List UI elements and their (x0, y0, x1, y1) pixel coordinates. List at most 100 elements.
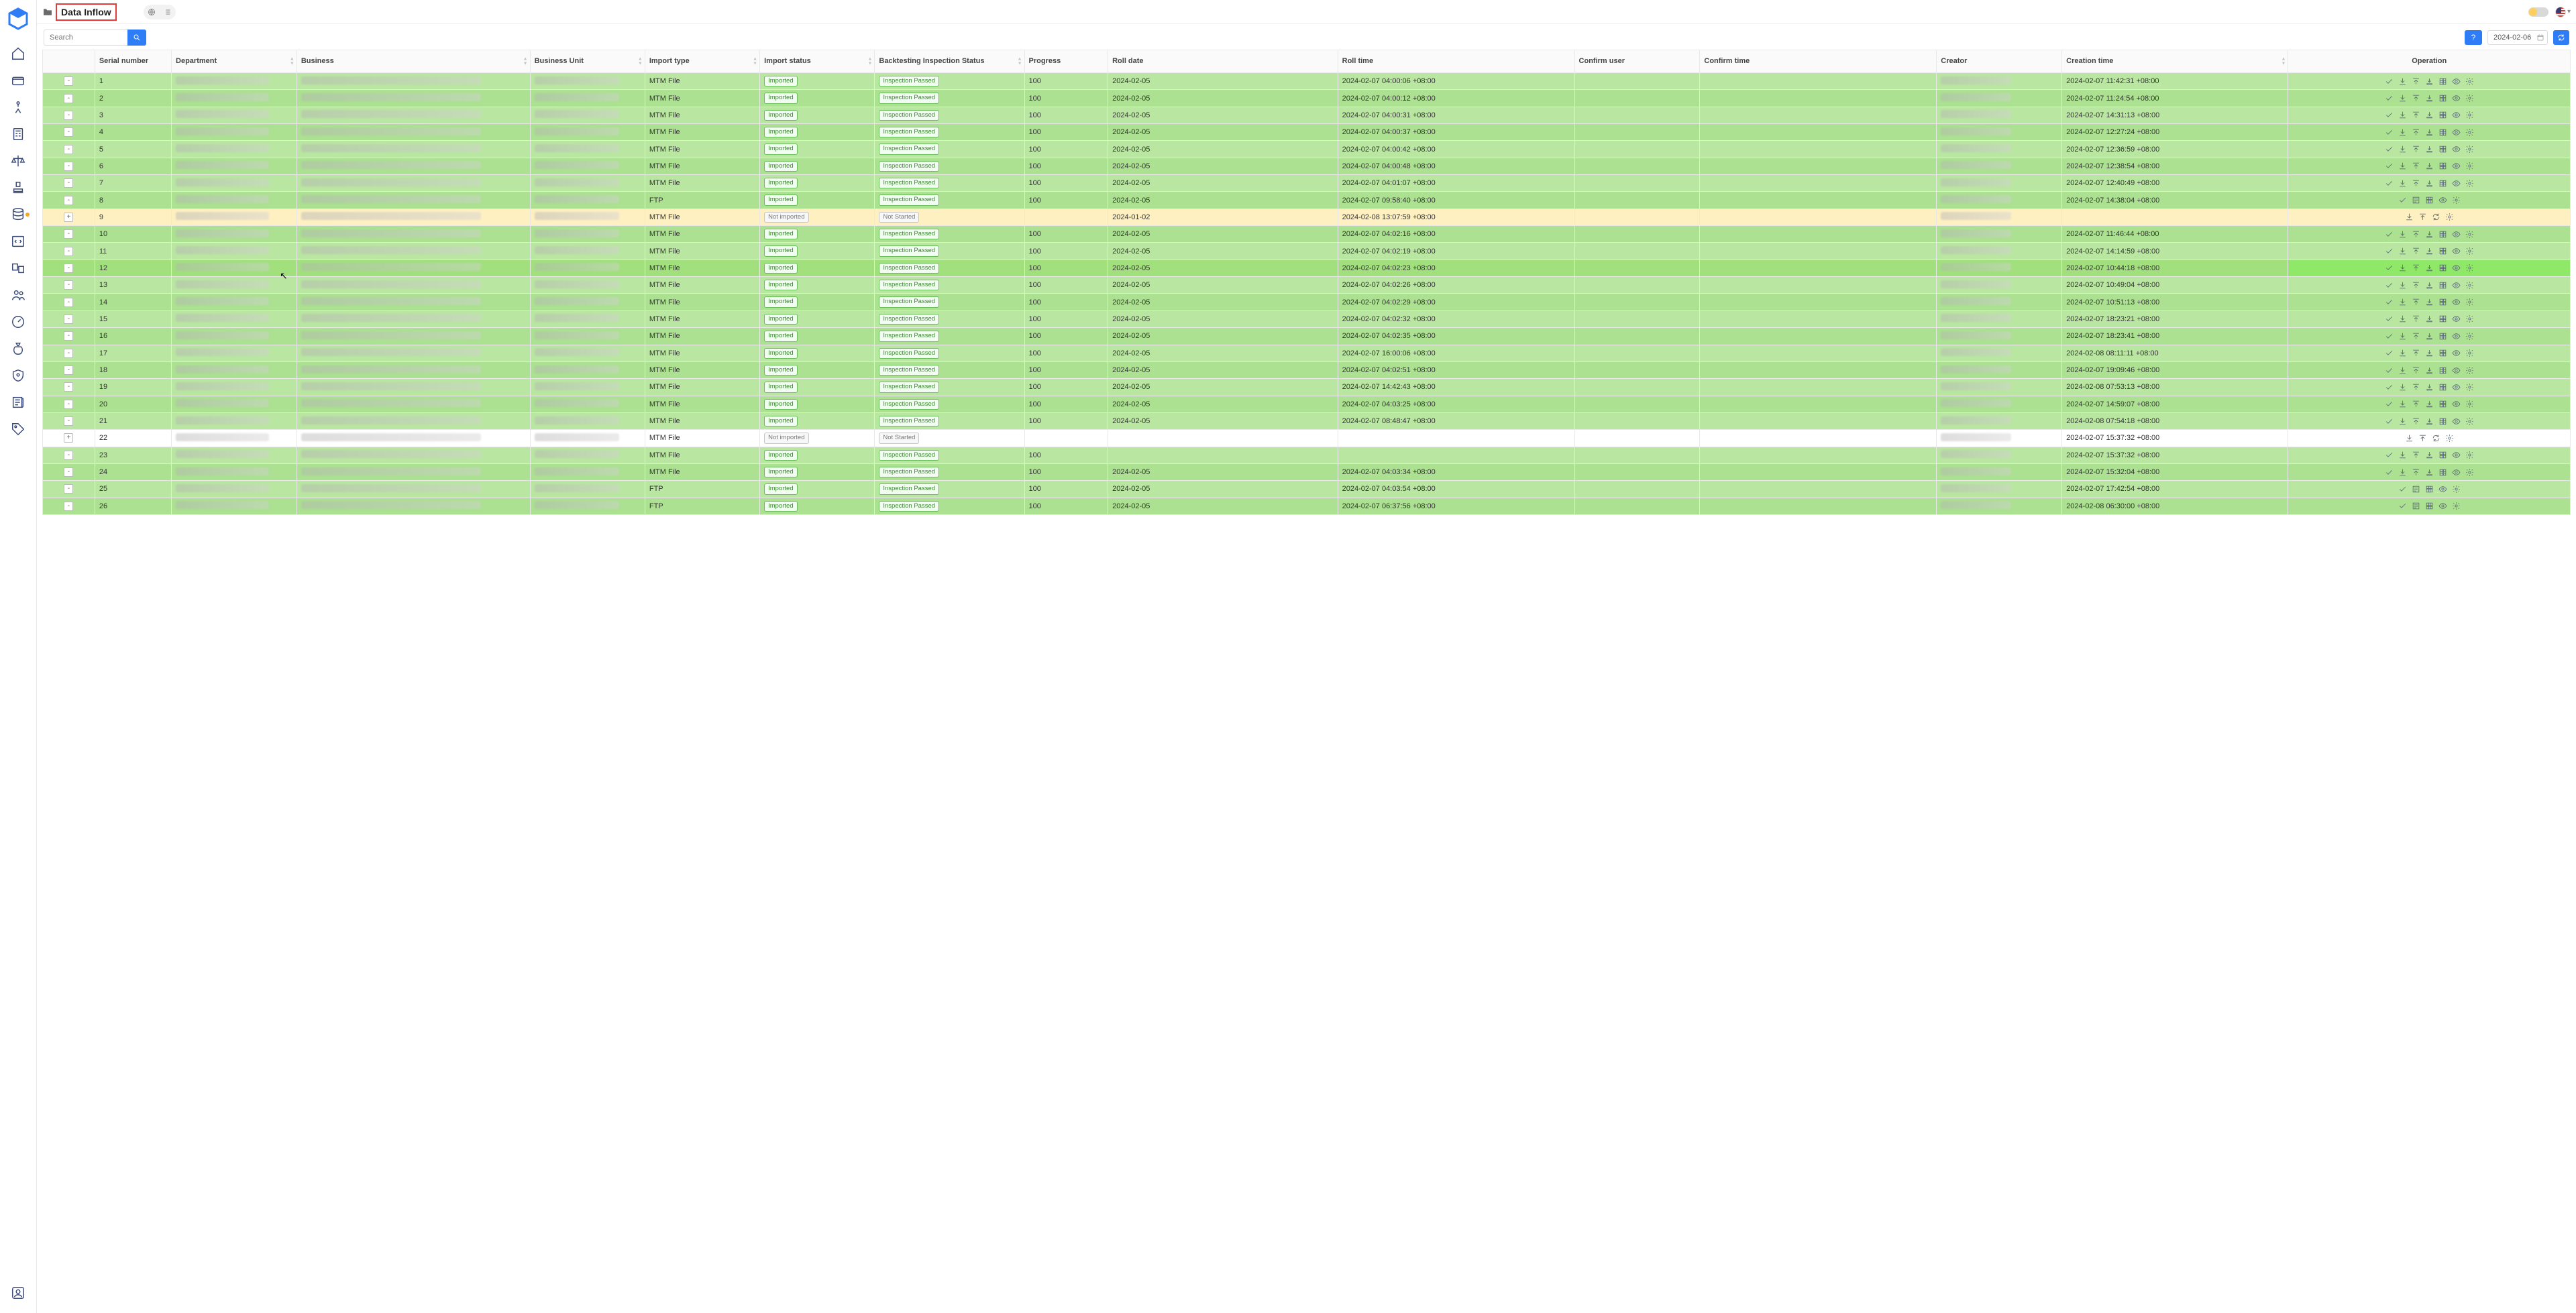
expand-button[interactable]: - (64, 331, 73, 341)
op-dl2-icon[interactable] (2424, 416, 2434, 426)
op-gear-icon[interactable] (2465, 178, 2474, 188)
op-gear-icon[interactable] (2465, 467, 2474, 477)
op-check-icon[interactable] (2384, 145, 2394, 154)
op-eye-icon[interactable] (2451, 111, 2461, 120)
nav-home-icon[interactable] (3, 40, 34, 67)
op-up-icon[interactable] (2411, 400, 2420, 409)
op-dl-icon[interactable] (2398, 400, 2407, 409)
expand-button[interactable]: - (64, 145, 73, 154)
op-check-icon[interactable] (2384, 416, 2394, 426)
op-check-icon[interactable] (2384, 280, 2394, 290)
expand-button[interactable]: - (64, 247, 73, 256)
op-gear-icon[interactable] (2465, 229, 2474, 239)
op-check-icon[interactable] (2384, 111, 2394, 120)
op-grid-icon[interactable] (2438, 467, 2447, 477)
op-dl-icon[interactable] (2398, 145, 2407, 154)
op-dl-icon[interactable] (2398, 349, 2407, 358)
op-eye-icon[interactable] (2451, 451, 2461, 460)
table-row[interactable]: -18MTM FileImportedInspection Passed1002… (43, 361, 2571, 378)
table-row[interactable]: -11MTM FileImportedInspection Passed1002… (43, 243, 2571, 260)
op-eye-icon[interactable] (2451, 315, 2461, 324)
op-grid-icon[interactable] (2438, 365, 2447, 375)
help-button[interactable]: ? (2465, 30, 2482, 45)
op-grid-icon[interactable] (2438, 416, 2447, 426)
op-eye-icon[interactable] (2451, 416, 2461, 426)
op-eye-icon[interactable] (2451, 467, 2461, 477)
table-row[interactable]: -2MTM FileImportedInspection Passed10020… (43, 90, 2571, 107)
expand-button[interactable]: - (64, 400, 73, 409)
op-dl-icon[interactable] (2398, 229, 2407, 239)
col-confirm-user[interactable]: Confirm user (1574, 50, 1700, 73)
op-eye-icon[interactable] (2451, 229, 2461, 239)
op-gear-icon[interactable] (2465, 416, 2474, 426)
col-creator[interactable]: Creator (1937, 50, 2062, 73)
op-gear-icon[interactable] (2465, 94, 2474, 103)
table-row[interactable]: -1MTM FileImportedInspection Passed10020… (43, 73, 2571, 90)
op-gear-icon[interactable] (2445, 213, 2454, 222)
refresh-button[interactable] (2553, 30, 2569, 45)
op-up-icon[interactable] (2411, 315, 2420, 324)
op-eye-icon[interactable] (2451, 280, 2461, 290)
search-button[interactable] (127, 30, 146, 46)
op-grid-icon[interactable] (2438, 451, 2447, 460)
op-up-icon[interactable] (2411, 264, 2420, 273)
nav-transfer-icon[interactable] (3, 255, 34, 282)
op-eye-icon[interactable] (2451, 178, 2461, 188)
expand-button[interactable]: - (64, 467, 73, 477)
op-dl2-icon[interactable] (2424, 315, 2434, 324)
op-dl2-icon[interactable] (2424, 162, 2434, 171)
op-up-icon[interactable] (2411, 247, 2420, 256)
op-list-icon[interactable] (2411, 196, 2420, 205)
op-gear-icon[interactable] (2465, 365, 2474, 375)
op-gear-icon[interactable] (2465, 264, 2474, 273)
op-eye-icon[interactable] (2451, 145, 2461, 154)
col-progress[interactable]: Progress (1024, 50, 1108, 73)
expand-button[interactable]: - (64, 111, 73, 120)
table-row[interactable]: -8FTPImportedInspection Passed1002024-02… (43, 192, 2571, 209)
table-row[interactable]: -15MTM FileImportedInspection Passed1002… (43, 310, 2571, 327)
language-selector[interactable]: ▾ (2555, 7, 2571, 17)
op-dl-icon[interactable] (2398, 451, 2407, 460)
op-gear-icon[interactable] (2465, 162, 2474, 171)
op-check-icon[interactable] (2384, 94, 2394, 103)
op-dl-icon[interactable] (2398, 467, 2407, 477)
op-list-icon[interactable] (2411, 502, 2420, 511)
op-gear-icon[interactable] (2445, 433, 2454, 443)
expand-button[interactable]: - (64, 484, 73, 494)
tab-chip[interactable] (144, 5, 176, 19)
op-up-icon[interactable] (2411, 298, 2420, 307)
op-up-icon[interactable] (2411, 94, 2420, 103)
table-row[interactable]: -16MTM FileImportedInspection Passed1002… (43, 328, 2571, 345)
op-gear-icon[interactable] (2465, 451, 2474, 460)
op-gear-icon[interactable] (2465, 127, 2474, 137)
op-check-icon[interactable] (2384, 264, 2394, 273)
op-check-icon[interactable] (2384, 178, 2394, 188)
table-row[interactable]: -4MTM FileImportedInspection Passed10020… (43, 124, 2571, 141)
op-eye-icon[interactable] (2451, 349, 2461, 358)
op-up-icon[interactable] (2411, 76, 2420, 86)
op-up-icon[interactable] (2411, 178, 2420, 188)
op-dl-icon[interactable] (2398, 178, 2407, 188)
op-eye-icon[interactable] (2451, 264, 2461, 273)
op-dl2-icon[interactable] (2424, 145, 2434, 154)
col-confirm-time[interactable]: Confirm time (1700, 50, 1937, 73)
op-up-icon[interactable] (2411, 145, 2420, 154)
op-grid-icon[interactable] (2438, 280, 2447, 290)
expand-button[interactable]: - (64, 315, 73, 324)
op-eye-icon[interactable] (2451, 94, 2461, 103)
op-ref-icon[interactable] (2431, 213, 2440, 222)
op-dl2-icon[interactable] (2424, 76, 2434, 86)
op-gear-icon[interactable] (2465, 349, 2474, 358)
op-gear-icon[interactable] (2465, 331, 2474, 341)
col-import-status[interactable]: Import status▲▼ (760, 50, 875, 73)
op-up-icon[interactable] (2411, 229, 2420, 239)
expand-button[interactable]: - (64, 280, 73, 290)
op-dl2-icon[interactable] (2424, 349, 2434, 358)
op-dl-icon[interactable] (2398, 382, 2407, 392)
op-eye-icon[interactable] (2451, 382, 2461, 392)
nav-shield-icon[interactable] (3, 362, 34, 389)
table-row[interactable]: -21MTM FileImportedInspection Passed1002… (43, 412, 2571, 429)
op-grid-icon[interactable] (2438, 111, 2447, 120)
expand-button[interactable]: - (64, 365, 73, 375)
op-dl-icon[interactable] (2398, 331, 2407, 341)
